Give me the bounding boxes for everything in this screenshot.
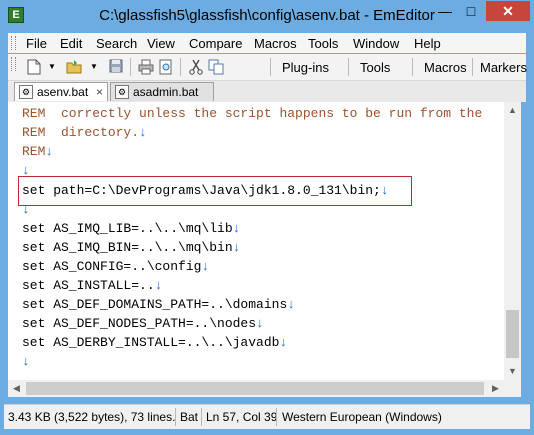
tab-close-icon[interactable]: × — [96, 83, 103, 101]
newline-marker-icon: ↓ — [154, 278, 163, 293]
toolbar-separator — [412, 58, 413, 76]
scroll-right-icon[interactable]: ▶ — [487, 380, 504, 397]
code-line[interactable]: set AS_IMQ_LIB=..\..\mq\lib↓ — [22, 219, 240, 238]
code-line-text: set AS_CONFIG=..\config — [22, 259, 202, 274]
vertical-scrollbar[interactable]: ▲ ▼ — [504, 102, 521, 380]
newline-marker-icon: ↓ — [45, 144, 54, 159]
markers-toolbar-button[interactable]: Markers — [480, 60, 527, 75]
code-line[interactable]: REM correctly unless the script happens … — [22, 104, 490, 123]
cut-icon[interactable] — [188, 59, 204, 75]
toolbar-separator — [270, 58, 271, 76]
status-position[interactable]: Ln 57, Col 39 — [206, 410, 277, 424]
menu-tools[interactable]: Tools — [308, 36, 338, 51]
code-line-text: set AS_DERBY_INSTALL=..\..\javadb — [22, 335, 280, 350]
code-line-text: REM correctly unless the script happens … — [22, 106, 491, 121]
newline-marker-icon: ↓ — [22, 354, 30, 369]
code-line[interactable]: set AS_IMQ_BIN=..\..\mq\bin↓ — [22, 238, 240, 257]
code-line[interactable]: set AS_CONFIG=..\config↓ — [22, 257, 209, 276]
tab-asadmin-bat[interactable]: ⚙ asadmin.bat — [110, 82, 214, 101]
status-divider — [175, 408, 176, 426]
newline-marker-icon: ↓ — [232, 221, 241, 236]
open-folder-icon[interactable] — [66, 59, 82, 75]
menu-bar: File Edit Search View Compare Macros Too… — [8, 33, 526, 53]
print-preview-icon[interactable] — [158, 59, 174, 75]
status-file-info: 3.43 KB (3,522 bytes), 73 lines. — [8, 410, 176, 424]
maximize-button[interactable]: □ — [458, 1, 484, 21]
code-line-text: set AS_DEF_NODES_PATH=..\nodes — [22, 316, 257, 331]
scrollbar-corner — [504, 380, 521, 397]
horizontal-scrollbar[interactable]: ◀ ▶ — [8, 380, 504, 397]
menu-window[interactable]: Window — [353, 36, 399, 51]
print-icon[interactable] — [138, 59, 154, 75]
toolbar-grip[interactable] — [11, 57, 16, 71]
status-divider — [201, 408, 202, 426]
tab-asenv-bat[interactable]: ⚙ asenv.bat × — [14, 82, 108, 101]
minimize-button[interactable]: — — [432, 1, 458, 21]
code-line[interactable]: set AS_DEF_NODES_PATH=..\nodes↓ — [22, 314, 264, 333]
document-tab-bar: ⚙ asenv.bat × ⚙ asadmin.bat — [8, 81, 526, 102]
code-line-text: REM directory. — [22, 125, 140, 140]
menu-file[interactable]: File — [26, 36, 47, 51]
menu-compare[interactable]: Compare — [189, 36, 242, 51]
toolbar-separator — [348, 58, 349, 76]
tab-label: asadmin.bat — [133, 85, 199, 99]
close-button[interactable]: ✕ — [486, 1, 530, 21]
newline-marker-icon: ↓ — [139, 125, 147, 140]
toolbar-separator — [472, 58, 473, 76]
bat-file-icon: ⚙ — [115, 85, 129, 99]
code-line[interactable]: set AS_DERBY_INSTALL=..\..\javadb↓ — [22, 333, 287, 352]
newline-marker-icon: ↓ — [279, 335, 288, 350]
toolbar-separator — [130, 58, 131, 76]
tab-label: asenv.bat — [37, 85, 89, 99]
highlight-box — [18, 176, 412, 206]
title-bar[interactable]: E C:\glassfish5\glassfish\config\asenv.b… — [0, 0, 534, 30]
macros-toolbar-button[interactable]: Macros — [424, 60, 467, 75]
menu-view[interactable]: View — [147, 36, 175, 51]
code-line[interactable]: ↓ — [22, 352, 30, 371]
newline-marker-icon: ↓ — [256, 316, 264, 331]
menu-help[interactable]: Help — [414, 36, 441, 51]
vertical-scroll-thumb[interactable] — [506, 310, 519, 358]
newline-marker-icon: ↓ — [232, 240, 241, 255]
code-line[interactable]: REM↓ — [22, 142, 53, 161]
code-line-text: set AS_INSTALL=.. — [22, 278, 155, 293]
new-file-dropdown-arrow-icon[interactable]: ▼ — [44, 59, 60, 75]
code-line[interactable]: set AS_DEF_DOMAINS_PATH=..\domains↓ — [22, 295, 295, 314]
newline-marker-icon: ↓ — [287, 297, 296, 312]
scroll-left-icon[interactable]: ◀ — [8, 380, 25, 397]
text-editor[interactable]: REM correctly unless the script happens … — [8, 102, 504, 380]
code-line-text: set AS_DEF_DOMAINS_PATH=..\domains — [22, 297, 288, 312]
menu-grip[interactable] — [11, 36, 16, 50]
code-line-text: set AS_IMQ_BIN=..\..\mq\bin — [22, 240, 233, 255]
plugins-toolbar-button[interactable]: Plug-ins — [282, 60, 329, 75]
horizontal-scroll-thumb[interactable] — [26, 382, 484, 395]
save-icon[interactable] — [108, 59, 124, 75]
toolbar-separator — [180, 58, 181, 76]
status-file-type[interactable]: Bat — [180, 410, 198, 424]
code-line-text: set AS_IMQ_LIB=..\..\mq\lib — [22, 221, 233, 236]
tools-toolbar-button[interactable]: Tools — [360, 60, 390, 75]
menu-edit[interactable]: Edit — [60, 36, 82, 51]
new-file-icon[interactable] — [26, 59, 42, 75]
menu-search[interactable]: Search — [96, 36, 137, 51]
code-line[interactable]: REM directory.↓ — [22, 123, 147, 142]
emeditor-window: E C:\glassfish5\glassfish\config\asenv.b… — [0, 0, 534, 435]
open-dropdown-arrow-icon[interactable]: ▼ — [86, 59, 102, 75]
status-bar: 3.43 KB (3,522 bytes), 73 lines. Bat Ln … — [4, 404, 530, 429]
bat-file-icon: ⚙ — [19, 85, 33, 99]
code-line[interactable]: set AS_INSTALL=..↓ — [22, 276, 162, 295]
scroll-down-icon[interactable]: ▼ — [504, 363, 521, 380]
menu-macros[interactable]: Macros — [254, 36, 297, 51]
status-encoding[interactable]: Western European (Windows) — [282, 410, 442, 424]
toolbar: ▼ ▼ Plug-ins Tools Macros Markers — [8, 54, 527, 81]
scroll-up-icon[interactable]: ▲ — [504, 102, 521, 119]
status-divider — [276, 408, 277, 426]
newline-marker-icon: ↓ — [201, 259, 210, 274]
copy-icon[interactable] — [208, 59, 224, 75]
code-line-text: REM — [22, 144, 46, 159]
